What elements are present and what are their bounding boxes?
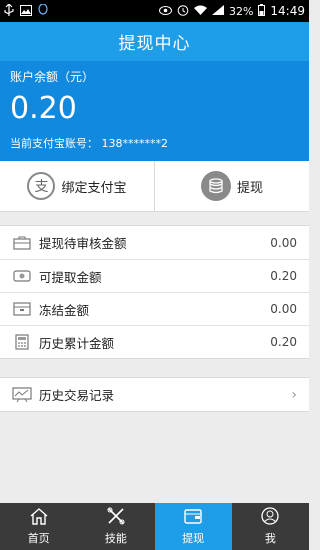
nav-home-label: 首页 — [27, 532, 50, 545]
nav-withdraw[interactable]: 提现 — [154, 503, 232, 550]
withdraw-button[interactable]: 提现 — [154, 161, 309, 211]
eye-icon — [158, 5, 172, 17]
chart-icon — [12, 386, 32, 403]
nav-skills-label: 技能 — [104, 532, 127, 545]
tools-icon — [106, 507, 126, 528]
list-item-value: 0.00 — [270, 302, 297, 316]
wallet-icon — [183, 507, 203, 528]
nav-home[interactable]: 首页 — [0, 503, 77, 550]
alarm-icon — [177, 4, 189, 18]
list-item[interactable]: 可提取金额 0.20 — [0, 259, 309, 292]
wifi-icon — [193, 5, 207, 17]
bind-alipay-label: 绑定支付宝 — [61, 180, 127, 196]
list-item-value: 0.00 — [270, 235, 297, 250]
cash-icon — [12, 268, 32, 284]
nav-skills[interactable]: 技能 — [77, 503, 154, 550]
alipay-account: 当前支付宝账号： 138*******2 — [10, 137, 168, 150]
list-item-value: 0.20 — [270, 269, 297, 283]
list-item-label: 历史累计金额 — [39, 335, 115, 351]
signal-icon — [211, 5, 224, 17]
list-item-label: 可提取金额 — [39, 269, 102, 285]
list-item[interactable]: 冻结金额 0.00 — [0, 292, 309, 325]
balance-label: 账户余额（元） — [10, 70, 95, 84]
chevron-right-icon: › — [291, 386, 297, 403]
status-bar: 32% 14:49 — [0, 0, 309, 22]
clock: 14:49 — [270, 4, 305, 18]
balance-value: 0.20 — [10, 91, 77, 126]
coins-icon — [200, 171, 231, 201]
list-item[interactable]: 历史累计金额 0.20 — [0, 325, 309, 358]
usb-icon — [4, 3, 14, 18]
image-icon — [20, 4, 32, 18]
action-row: 支 绑定支付宝 提现 — [0, 161, 309, 212]
nav-withdraw-label: 提现 — [182, 532, 205, 545]
box-icon — [12, 301, 32, 317]
calculator-icon — [12, 334, 32, 350]
battery-percent: 32% — [228, 4, 254, 18]
list-item[interactable]: 提现待审核金额 0.00 — [0, 226, 309, 259]
list-item-label: 提现待审核金额 — [39, 236, 127, 251]
list-item-value: 0.20 — [270, 335, 297, 349]
home-icon — [29, 507, 49, 528]
title-bar: 提现中心 — [0, 22, 309, 61]
page-title: 提现中心 — [118, 34, 191, 54]
list-item-label: 冻结金额 — [39, 302, 90, 318]
bottom-nav: 首页 技能 提现 我 — [0, 503, 309, 550]
history-row[interactable]: 历史交易记录 › — [0, 377, 309, 412]
nav-me[interactable]: 我 — [232, 503, 309, 550]
alipay-icon: 支 — [27, 172, 56, 200]
user-icon — [260, 507, 280, 528]
amount-list: 提现待审核金额 0.00 可提取金额 0.20 冻结金额 0.00 历史累计金额… — [0, 225, 309, 359]
bind-alipay-button[interactable]: 支 绑定支付宝 — [0, 161, 154, 211]
briefcase-icon — [12, 235, 32, 251]
qq-icon — [38, 3, 48, 18]
history-label: 历史交易记录 — [39, 388, 115, 403]
account-panel: 账户余额（元） 0.20 当前支付宝账号： 138*******2 — [0, 61, 309, 161]
battery-icon — [258, 4, 266, 18]
withdraw-label: 提现 — [236, 180, 263, 196]
nav-me-label: 我 — [264, 532, 276, 545]
